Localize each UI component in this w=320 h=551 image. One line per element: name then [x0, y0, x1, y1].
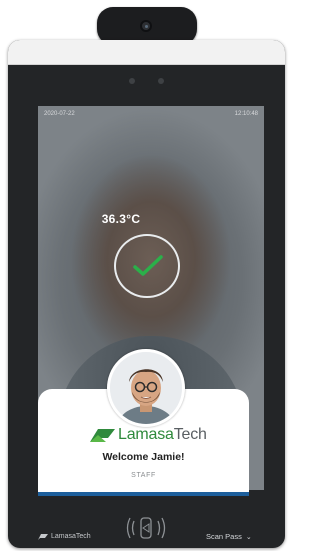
date-label: 2020-07-22 [44, 111, 75, 117]
nfc-icon [122, 510, 170, 546]
temperature-reading: 36.3°C [101, 212, 141, 226]
checkmark-icon [114, 234, 180, 298]
logo-text-part: Lamasa [118, 426, 174, 443]
lamasatech-logo: LamasaTech [88, 424, 207, 446]
footer-brand-label: LamasaTech [51, 532, 91, 540]
avatar [107, 349, 185, 427]
chevron-down-icon: ⌄ [245, 534, 252, 541]
scan-pass-label: Scan Pass [206, 532, 242, 541]
sensor-dot [129, 78, 135, 84]
flag-icon [38, 533, 48, 540]
footer-brand: LamasaTech [37, 530, 91, 542]
scan-pass-dropdown[interactable]: Scan Pass ⌄ [206, 532, 252, 541]
camera-icon [140, 20, 152, 32]
flag-icon [90, 429, 115, 442]
sensor-dot [158, 78, 164, 84]
time-label: 12:10:48 [234, 111, 258, 117]
device-top-strip [8, 40, 285, 65]
role-label: STAFF [131, 472, 156, 479]
welcome-message: Welcome Jamie! [102, 451, 185, 463]
logo-text: LamasaTech [118, 426, 207, 444]
logo-text-part: Tech [173, 426, 207, 443]
